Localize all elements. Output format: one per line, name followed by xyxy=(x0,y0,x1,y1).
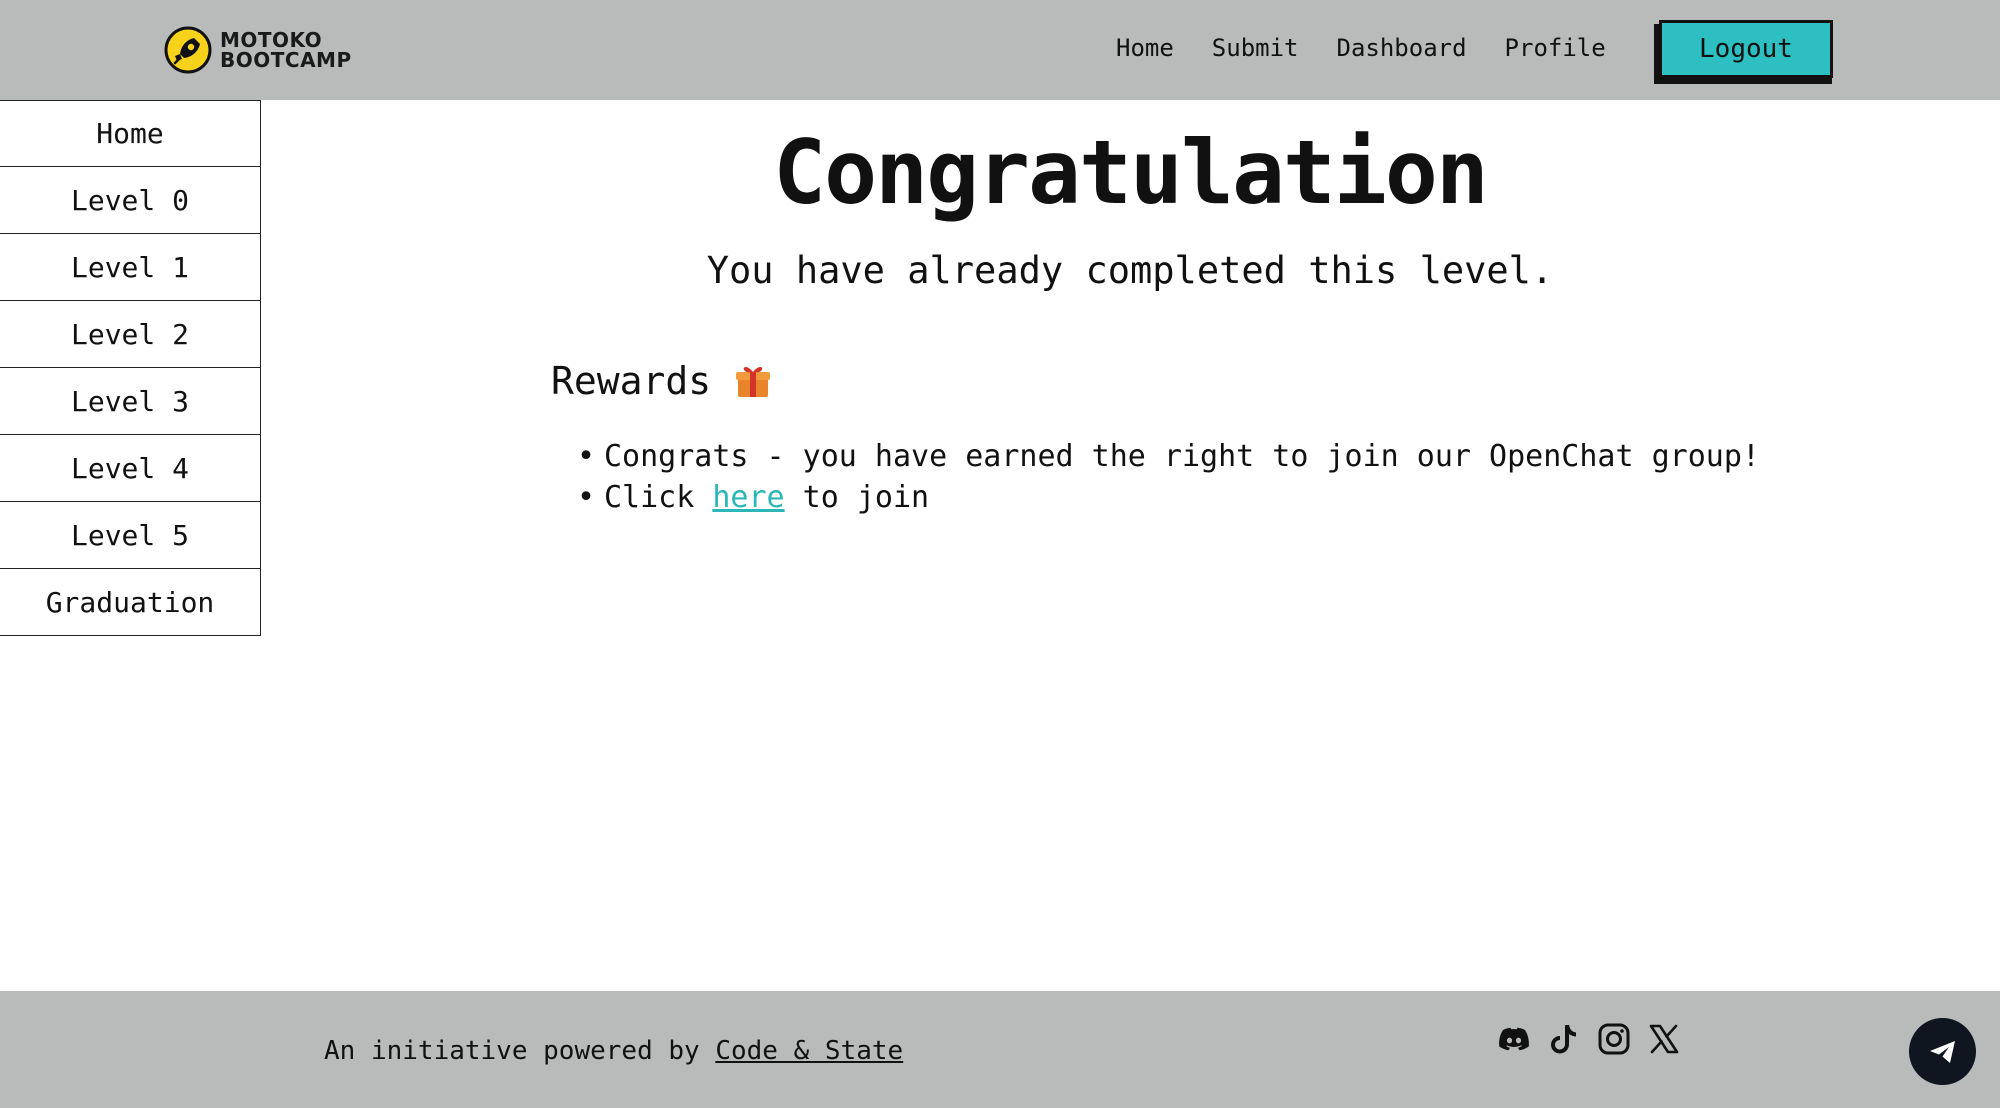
sidebar-item-level-3[interactable]: Level 3 xyxy=(0,368,261,435)
sidebar-item-graduation[interactable]: Graduation xyxy=(0,569,261,636)
nav-dashboard-link[interactable]: Dashboard xyxy=(1337,30,1467,66)
discord-icon[interactable] xyxy=(1496,1021,1532,1057)
x-icon[interactable] xyxy=(1646,1021,1682,1057)
openchat-join-link[interactable]: here xyxy=(712,480,784,515)
sidebar-item-home[interactable]: Home xyxy=(0,100,261,167)
rewards-heading-label: Rewards xyxy=(551,359,712,403)
brand-line-1: MOTOKO xyxy=(220,28,323,52)
nav-home-link[interactable]: Home xyxy=(1116,30,1174,66)
social-links xyxy=(1496,1021,1682,1057)
bullet-icon: • xyxy=(577,439,596,474)
gift-icon xyxy=(736,366,771,397)
footer-credit: An initiative powered by Code & State xyxy=(324,1033,903,1069)
join-prefix: Click xyxy=(604,480,713,515)
sidebar-item-level-4[interactable]: Level 4 xyxy=(0,435,261,502)
telegram-chat-button[interactable] xyxy=(1909,1018,1976,1085)
code-and-state-link[interactable]: Code & State xyxy=(715,1036,903,1066)
sidebar: Home Level 0 Level 1 Level 2 Level 3 Lev… xyxy=(0,100,261,636)
sidebar-item-level-0[interactable]: Level 0 xyxy=(0,167,261,234)
page-title: Congratulation xyxy=(773,121,1489,224)
nav-profile-link[interactable]: Profile xyxy=(1505,30,1606,66)
join-suffix: to join xyxy=(784,480,930,515)
nav-submit-link[interactable]: Submit xyxy=(1212,30,1299,66)
tiktok-icon[interactable] xyxy=(1546,1021,1582,1057)
list-item: • Congrats - you have earned the right t… xyxy=(577,436,1760,477)
sidebar-item-level-1[interactable]: Level 1 xyxy=(0,234,261,301)
bullet-icon: • xyxy=(577,480,596,515)
sidebar-item-level-5[interactable]: Level 5 xyxy=(0,502,261,569)
completion-message: You have already completed this level. xyxy=(706,249,1554,292)
top-nav: Home Submit Dashboard Profile xyxy=(1116,30,1606,66)
list-item: • Click here to join xyxy=(577,477,1760,518)
top-header: MOTOKO BOOTCAMP Home Submit Dashboard Pr… xyxy=(0,0,2000,100)
instagram-icon[interactable] xyxy=(1596,1021,1632,1057)
logout-button[interactable]: Logout xyxy=(1659,20,1833,78)
rewards-heading: Rewards xyxy=(551,356,773,406)
telegram-send-icon xyxy=(1929,1040,1955,1063)
rocket-logo-icon xyxy=(164,26,212,74)
footer: An initiative powered by Code & State xyxy=(0,991,2000,1108)
rewards-list: • Congrats - you have earned the right t… xyxy=(577,436,1760,518)
sidebar-item-level-2[interactable]: Level 2 xyxy=(0,301,261,368)
brand-logo[interactable]: MOTOKO BOOTCAMP xyxy=(164,25,352,75)
footer-credit-prefix: An initiative powered by xyxy=(324,1036,716,1066)
brand-name: MOTOKO BOOTCAMP xyxy=(220,30,352,70)
reward-text: Congrats - you have earned the right to … xyxy=(604,439,1760,474)
brand-line-2: BOOTCAMP xyxy=(220,48,352,72)
